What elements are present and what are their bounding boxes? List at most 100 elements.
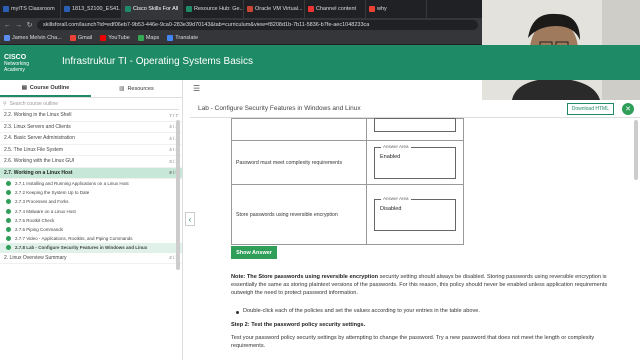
close-icon: ✕ <box>625 106 631 113</box>
bookmark-icon <box>100 35 107 41</box>
browser-tab[interactable]: Resource Hub: Ge... <box>183 0 244 18</box>
bookmark-icon <box>167 35 174 41</box>
table-row: Password must meet complexity requiremen… <box>231 140 464 185</box>
completed-check-icon <box>6 199 11 205</box>
outline-item[interactable]: 2.6. Working with the Linux GUI 3 / 3 <box>0 156 182 168</box>
outline-subitem-label: 2.7.4 Malware on a Linux Host <box>15 208 76 214</box>
outline-item[interactable]: 2.2. Working in the Linux Shell 7 / 7 <box>0 110 182 122</box>
bookmark-item[interactable]: Maps <box>137 35 160 41</box>
course-title: Infrastruktur TI - Operating Systems Bas… <box>62 56 253 67</box>
reload-icon[interactable]: ↻ <box>26 21 33 29</box>
outline-item[interactable]: 2.7. Working on a Linux Host 8 / 8 <box>0 167 182 179</box>
outline-subitem[interactable]: 2.7.3 Processes and Forks <box>0 197 182 206</box>
bookmark-icon <box>137 35 144 41</box>
outline-subitem[interactable]: 2.7.7 Video - Applications, Rootkits, an… <box>0 234 182 243</box>
url-input[interactable]: skillsforall.com/launch?id=edf06eb7-9b53… <box>37 20 478 30</box>
answer-area-legend: Answer Area <box>381 143 411 149</box>
tab-course-outline-label: Course Outline <box>29 84 70 91</box>
outline-item-label: 2.5. The Linux File System <box>4 146 64 153</box>
lab-title: Lab - Configure Security Features in Win… <box>198 105 361 112</box>
bookmark-icon <box>4 35 10 41</box>
browser-tab-label: Oracle VM Virtual... <box>255 6 303 12</box>
outline-item[interactable]: 2.5. The Linux File System 4 / 4 <box>0 145 182 156</box>
browser-tab-label: why <box>377 6 387 12</box>
browser-tab[interactable]: why <box>366 0 427 18</box>
tab-favicon-icon <box>308 6 314 12</box>
hamburger-menu-icon[interactable]: ☰ <box>193 84 200 93</box>
completed-check-icon <box>6 245 11 251</box>
answer-area-legend: Answer Area <box>381 195 411 201</box>
collapse-sidebar-button[interactable]: ‹ <box>185 212 195 226</box>
sidebar-tabs: ▤ Course Outline ▥ Resources <box>0 80 182 98</box>
browser-tab[interactable]: Cisco Skills For All <box>122 0 183 18</box>
bookmark-item[interactable]: YouTube <box>100 35 130 41</box>
browser-tab-bar: myITS Classroom 1813_52100_ES41... Cisco S… <box>0 0 482 18</box>
answer-value: Enabled <box>380 153 401 160</box>
answer-cell: Answer Area Disabled <box>366 184 464 245</box>
tab-course-outline[interactable]: ▤ Course Outline <box>0 80 91 97</box>
note-bold-text: The Store passwords using reversible enc… <box>246 274 379 280</box>
outline-subitem[interactable]: 2.7.2 Keeping the System Up to Date <box>0 188 182 197</box>
answer-area-box[interactable] <box>374 117 456 132</box>
outline-item-progress: 7 / 7 <box>169 112 178 118</box>
tab-favicon-icon <box>3 6 9 12</box>
policy-answer-table: Password must meet complexity requiremen… <box>231 117 464 245</box>
bookmarks-bar: James Melvin Cha... Gmail YouTube Maps Trans… <box>0 32 482 45</box>
chevron-left-icon: ‹ <box>188 214 192 224</box>
outline-list: 2.2. Working in the Linux Shell 7 / 7 2.3.… <box>0 110 182 264</box>
completed-check-icon <box>6 208 11 214</box>
book-icon: ▤ <box>21 84 27 91</box>
bullet-dot <box>236 311 239 314</box>
browser-tab-label: Resource Hub: Ge... <box>194 6 244 12</box>
back-icon[interactable]: ← <box>4 22 11 29</box>
bullet-text: Double-click each of the policies and se… <box>243 308 480 314</box>
download-html-button[interactable]: Download HTML <box>566 103 614 115</box>
tab-favicon-icon <box>64 6 70 12</box>
tab-resources[interactable]: ▥ Resources <box>91 80 182 97</box>
completed-check-icon <box>6 227 11 233</box>
outline-item[interactable]: 2. Linux Overview Summary 2 / 2 <box>0 253 182 264</box>
tab-favicon-icon <box>125 6 131 12</box>
cisco-logo[interactable]: CISCO Networking Academy <box>4 54 29 73</box>
course-sidebar: ▤ Course Outline ▥ Resources ⚲ Search co… <box>0 80 183 360</box>
policy-cell: Store passwords using reversible encrypt… <box>231 184 367 245</box>
browser-tab[interactable]: myITS Classroom <box>0 0 61 18</box>
bookmark-icon <box>69 35 76 41</box>
answer-area-box[interactable]: Answer Area Enabled <box>374 143 456 179</box>
outline-item[interactable]: 2.3. Linux Servers and Clients 4 / 4 <box>0 122 182 133</box>
outline-subitem[interactable]: 2.7.1 Installing and Running Application… <box>0 179 182 188</box>
browser-tab[interactable]: Oracle VM Virtual... <box>244 0 305 18</box>
answer-cell <box>366 117 464 141</box>
bookmark-label: YouTube <box>108 35 130 41</box>
outline-item-label: 2.7. Working on a Linux Host <box>4 169 73 176</box>
outline-item-label: 2. Linux Overview Summary <box>4 254 67 261</box>
outline-item-label: 2.6. Working with the Linux GUI <box>4 158 75 165</box>
bookmark-label: Maps <box>145 35 160 41</box>
content-scrollbar[interactable] <box>634 120 638 180</box>
outline-subitem[interactable]: 2.7.5 Rootkit Check <box>0 216 182 225</box>
address-bar-row: ← → ↻ skillsforall.com/launch?id=edf06eb… <box>0 18 482 32</box>
outline-search[interactable]: ⚲ Search course outline <box>3 98 179 110</box>
forward-icon[interactable]: → <box>15 22 22 29</box>
outline-subitem[interactable]: 2.7.6 Piping Commands <box>0 225 182 234</box>
outline-item-label: 2.2. Working in the Linux Shell <box>4 112 72 119</box>
answer-area-box[interactable]: Answer Area Disabled <box>374 195 456 231</box>
outline-subitem-label: 2.7.1 Installing and Running Application… <box>15 181 129 187</box>
bookmark-item[interactable]: Translate <box>167 35 198 41</box>
sidebar-scrollbar[interactable] <box>176 120 180 270</box>
url-text: skillsforall.com/launch?id=edf06eb7-9b53… <box>43 22 370 28</box>
browser-tab[interactable]: 1813_52100_ES41... <box>61 0 122 18</box>
show-answer-button[interactable]: Show Answer <box>231 246 277 259</box>
bookmark-item[interactable]: Gmail <box>69 35 92 41</box>
close-lab-button[interactable]: ✕ <box>622 103 634 115</box>
outline-item[interactable]: 2.4. Basic Server Administration 4 / 4 <box>0 133 182 145</box>
answer-cell: Answer Area Enabled <box>366 140 464 185</box>
outline-subitem[interactable]: 2.7.4 Malware on a Linux Host <box>0 207 182 216</box>
outline-subitem[interactable]: 2.7.8 Lab - Configure Security Features … <box>0 243 182 253</box>
outline-subitem-label: 2.7.8 Lab - Configure Security Features … <box>15 245 148 251</box>
bookmark-item[interactable]: James Melvin Cha... <box>4 35 62 41</box>
policy-cell <box>231 118 367 141</box>
browser-tab-label: 1813_52100_ES41... <box>72 6 122 12</box>
browser-tab[interactable]: Channel content <box>305 0 366 18</box>
tab-favicon-icon <box>247 6 253 12</box>
